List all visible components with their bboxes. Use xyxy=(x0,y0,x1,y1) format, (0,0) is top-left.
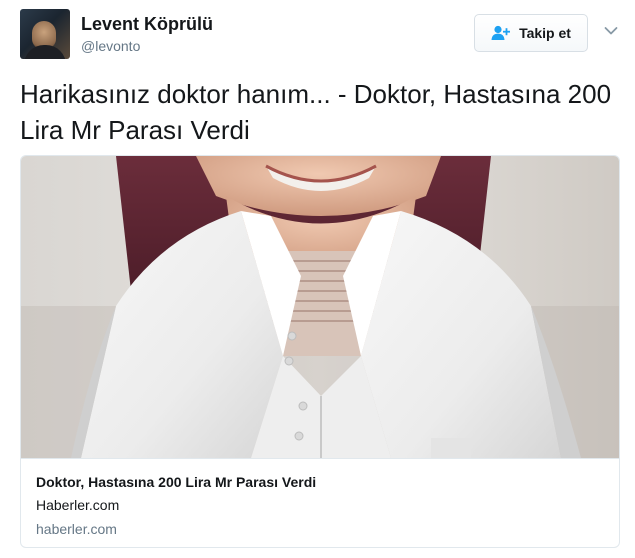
card-title[interactable]: Doktor, Hastasına 200 Lira Mr Parası Ver… xyxy=(36,474,316,490)
follow-button[interactable]: Takip et xyxy=(474,14,588,52)
add-user-icon xyxy=(491,25,511,40)
card-domain[interactable]: haberler.com xyxy=(36,521,117,537)
card-body: Doktor, Hastasına 200 Lira Mr Parası Ver… xyxy=(21,458,619,547)
card-image xyxy=(21,156,619,458)
tweet-text: Harikasınız doktor hanım... - Doktor, Ha… xyxy=(20,79,612,145)
tweet-header: Levent Köprülü @levonto Takip et xyxy=(0,0,635,70)
username[interactable]: @levonto xyxy=(81,38,140,54)
chevron-down-icon[interactable] xyxy=(603,23,619,39)
display-name[interactable]: Levent Köprülü xyxy=(81,14,213,35)
avatar[interactable] xyxy=(20,9,70,59)
link-card[interactable]: Doktor, Hastasına 200 Lira Mr Parası Ver… xyxy=(20,155,620,548)
follow-label: Takip et xyxy=(519,25,571,41)
card-description: Haberler.com xyxy=(36,497,120,513)
avatar-shirt xyxy=(24,45,66,59)
